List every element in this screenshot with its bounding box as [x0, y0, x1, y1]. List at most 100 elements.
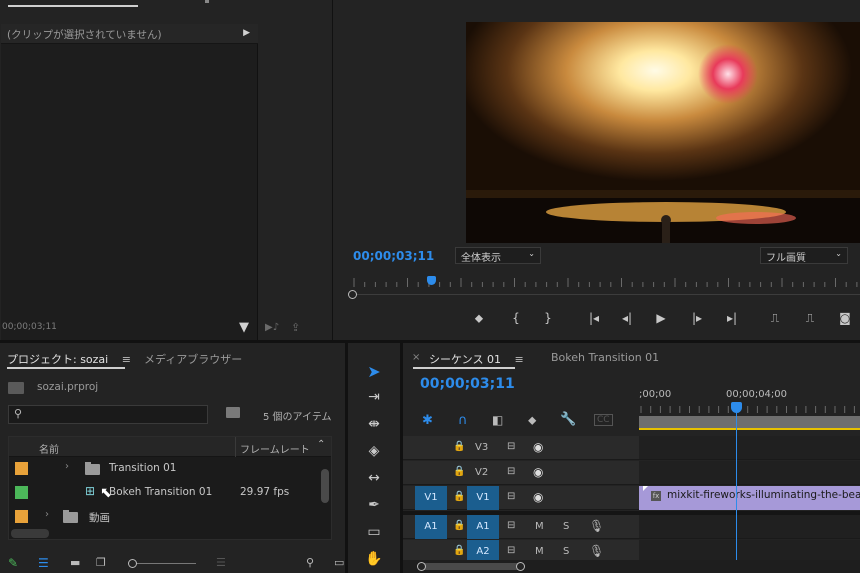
microphone-icon[interactable]: 🎙 — [589, 519, 604, 533]
solo-button[interactable]: S — [563, 521, 569, 532]
add-marker-icon[interactable]: ⬥ — [528, 413, 536, 428]
export-icon[interactable]: ⇪ — [291, 321, 300, 334]
name-column-header[interactable]: 名前 — [39, 441, 59, 456]
zoom-slider[interactable] — [128, 563, 196, 564]
sync-icon[interactable]: ⊟ — [507, 491, 515, 502]
work-area-bar[interactable] — [639, 416, 860, 430]
fps-column-header[interactable]: フレームレート — [240, 441, 310, 456]
source-patch-v1[interactable]: V1 — [415, 486, 447, 510]
microphone-icon[interactable]: 🎙 — [589, 544, 604, 558]
step-forward-icon[interactable]: |▸ — [686, 311, 708, 325]
linked-selection-icon[interactable]: ◧ — [492, 413, 503, 427]
search-icon[interactable]: ⚲ — [306, 556, 314, 569]
track-target-v1[interactable]: V1 — [467, 486, 499, 510]
lift-icon[interactable]: ⎍ — [764, 311, 786, 326]
label-color[interactable] — [15, 462, 28, 475]
sequence-tab[interactable]: シーケンス 01 ≡ — [429, 351, 524, 367]
zoom-select[interactable]: 全体表示 ⌄ — [455, 247, 541, 264]
zoom-handle-right[interactable] — [516, 562, 525, 571]
go-to-in-icon[interactable]: |◂ — [583, 311, 605, 325]
timeline-zoom-scrollbar[interactable] — [403, 560, 860, 573]
extract-icon[interactable]: ⎍ — [799, 311, 821, 326]
lock-icon[interactable]: 🔒 — [453, 520, 465, 531]
sync-icon[interactable]: ⊟ — [507, 520, 515, 531]
quality-select[interactable]: フル画質 ⌄ — [760, 247, 848, 264]
sync-icon[interactable]: ⊟ — [507, 441, 515, 452]
go-to-out-icon[interactable]: ▸| — [721, 311, 743, 325]
export-frame-icon[interactable]: ◙ — [834, 311, 856, 325]
rectangle-tool-icon[interactable]: ▭ — [362, 524, 386, 546]
play-icon[interactable]: ▶ — [650, 311, 672, 325]
lock-icon[interactable]: 🔒 — [453, 545, 465, 556]
close-icon[interactable]: × — [412, 352, 420, 363]
vertical-scrollbar[interactable] — [321, 469, 329, 503]
list-item[interactable]: ⊞ ⬉ Bokeh Transition 01 29.97 fps — [9, 481, 319, 505]
program-timecode[interactable]: 00;00;03;11 — [353, 249, 434, 263]
list-item[interactable]: › Transition 01 — [9, 457, 319, 481]
filter-icon[interactable]: ▼ — [239, 320, 249, 335]
label-color[interactable] — [15, 510, 28, 523]
track-lane[interactable] — [639, 436, 860, 460]
add-marker-icon[interactable]: ⬥ — [468, 311, 490, 326]
solo-button[interactable]: S — [563, 546, 569, 557]
captions-icon[interactable]: CC — [594, 414, 613, 426]
new-bin-icon[interactable] — [226, 407, 240, 418]
pen-tool-icon[interactable]: ✒ — [362, 497, 386, 519]
media-browser-tab[interactable]: メディアブラウザー — [144, 351, 242, 367]
mark-out-icon[interactable]: } — [537, 311, 559, 325]
mark-in-icon[interactable]: { — [505, 311, 527, 325]
project-tab[interactable]: プロジェクト: sozai ≡ — [7, 351, 131, 367]
play-audio-icon[interactable]: ▶♪ — [265, 322, 279, 333]
list-view-icon[interactable]: ☰ — [38, 556, 49, 570]
track-target-a1[interactable]: A1 — [467, 515, 499, 539]
new-bin-icon[interactable]: ▭ — [334, 556, 344, 569]
icon-view-icon[interactable]: ▬ — [70, 556, 80, 569]
search-input[interactable]: ⚲ — [8, 405, 208, 424]
mute-button[interactable]: M — [535, 521, 544, 532]
playhead-handle[interactable] — [731, 402, 742, 413]
sync-icon[interactable]: ⊟ — [507, 466, 515, 477]
eye-icon[interactable]: ◉ — [533, 440, 543, 454]
zoom-slider-handle[interactable] — [128, 559, 137, 568]
freeform-view-icon[interactable]: ❐ — [96, 556, 106, 569]
hand-tool-icon[interactable]: ✋ — [362, 551, 386, 573]
bokeh-sequence-tab[interactable]: Bokeh Transition 01 — [551, 351, 659, 364]
track-lane[interactable] — [639, 461, 860, 485]
expand-arrow-icon[interactable]: ▶ — [243, 28, 250, 38]
timeline-playhead[interactable] — [736, 404, 737, 560]
menu-icon[interactable]: ≡ — [122, 353, 131, 366]
eye-icon[interactable]: ◉ — [533, 490, 543, 504]
zoom-handle-left[interactable] — [417, 562, 426, 571]
snap-icon[interactable]: ∩ — [458, 413, 468, 428]
pencil-icon[interactable]: ✎ — [8, 556, 18, 570]
label-color[interactable] — [15, 486, 28, 499]
razor-tool-icon[interactable]: ◈ — [362, 443, 386, 465]
selection-tool-icon[interactable]: ➤ — [362, 362, 386, 384]
list-item[interactable]: › 動画 — [9, 505, 319, 529]
timeline-timecode[interactable]: 00;00;03;11 — [420, 376, 515, 392]
lock-icon[interactable]: 🔒 — [453, 491, 465, 502]
fx-badge-icon[interactable]: fx — [651, 491, 661, 501]
video-clip[interactable]: fx mixkit-fireworks-illuminating-the-bea… — [639, 486, 860, 510]
nest-icon[interactable]: ✱ — [422, 413, 433, 428]
sort-icon[interactable]: ☰ — [216, 556, 226, 569]
sync-icon[interactable]: ⊟ — [507, 545, 515, 556]
scroll-thumb[interactable] — [421, 563, 521, 570]
settings-wrench-icon[interactable]: 🔧 — [560, 412, 576, 427]
in-handle[interactable] — [348, 290, 357, 299]
expand-icon[interactable]: › — [45, 509, 49, 520]
lock-icon[interactable]: 🔒 — [453, 466, 465, 477]
menu-icon[interactable]: ≡ — [514, 353, 523, 366]
lock-icon[interactable]: 🔒 — [453, 441, 465, 452]
mute-button[interactable]: M — [535, 546, 544, 557]
clip-selection-header[interactable]: (クリップが選択されていません) ▶ — [1, 24, 258, 44]
eye-icon[interactable]: ◉ — [533, 465, 543, 479]
program-time-ruler[interactable] — [348, 276, 860, 288]
ripple-edit-tool-icon[interactable]: ⇼ — [362, 416, 386, 438]
step-back-icon[interactable]: ◂| — [616, 311, 638, 325]
expand-icon[interactable]: › — [65, 461, 69, 472]
program-scrubber[interactable] — [348, 290, 860, 300]
track-lane[interactable] — [639, 515, 860, 539]
playhead-marker[interactable] — [427, 276, 436, 285]
source-patch-a1[interactable]: A1 — [415, 515, 447, 539]
